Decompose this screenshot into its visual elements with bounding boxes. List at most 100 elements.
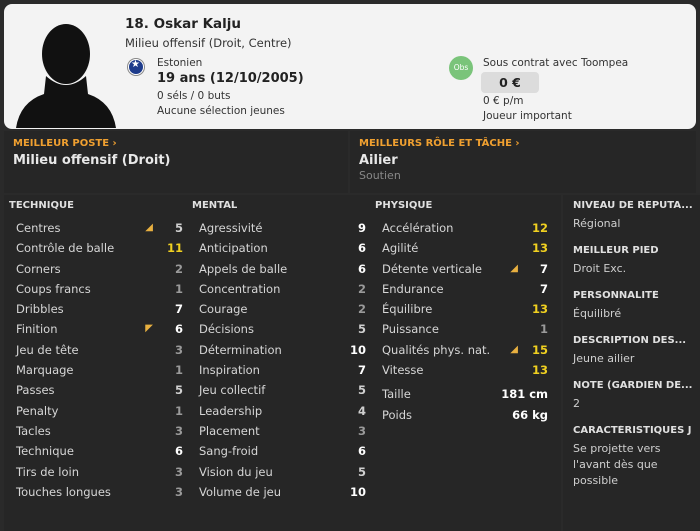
attribute-row-finition[interactable]: Finition ◤ 6 xyxy=(4,319,183,339)
attribute-label: Détermination xyxy=(199,342,282,357)
attribute-label: Touches longues xyxy=(16,484,111,499)
attribute-row-controle-de-balle[interactable]: Contrôle de balle 11 xyxy=(4,238,183,258)
attribute-row-passes[interactable]: Passes 5 xyxy=(4,380,183,400)
info-item-caracteristiques-j[interactable]: CARACTÉRISTIQUES J Se projette vers l'ava… xyxy=(573,425,695,489)
attribute-row-decisions[interactable]: Décisions 5 xyxy=(187,319,366,339)
attribute-value: 181 cm xyxy=(501,387,548,402)
attribute-value: 5 xyxy=(174,383,183,398)
attribute-row-poids[interactable]: Poids 66 kg xyxy=(370,405,548,425)
attribute-label: Penalty xyxy=(16,403,59,418)
attribute-row-equilibre[interactable]: Équilibre 13 xyxy=(370,299,548,319)
attribute-row-dribbles[interactable]: Dribbles 7 xyxy=(4,299,183,319)
player-header-card: 18. Oskar Kalju Milieu offensif (Droit, … xyxy=(4,4,696,129)
attribute-value: 1 xyxy=(539,322,548,337)
estonia-flag-icon xyxy=(128,59,144,75)
club-badge-icon[interactable]: Obs xyxy=(449,56,473,80)
attribute-row-taille[interactable]: Taille 181 cm xyxy=(370,384,548,404)
attribute-row-jeu-de-tete[interactable]: Jeu de tête 3 xyxy=(4,340,183,360)
attribute-row-concentration[interactable]: Concentration 2 xyxy=(187,279,366,299)
attribute-value: 12 xyxy=(531,221,548,235)
attribute-row-courage[interactable]: Courage 2 xyxy=(187,299,366,319)
info-item-note-gardien-de[interactable]: NOTE (GARDIEN DE... 2 xyxy=(573,380,695,412)
attribute-row-tacles[interactable]: Tacles 3 xyxy=(4,421,183,441)
attribute-value: 3 xyxy=(174,423,183,438)
attribute-value: 3 xyxy=(174,342,183,357)
attribute-label: Endurance xyxy=(382,281,444,296)
info-item-meilleur-pied[interactable]: MEILLEUR PIED Droit Exc. xyxy=(573,245,695,277)
attribute-row-technique[interactable]: Technique 6 xyxy=(4,441,183,461)
info-value: Équilibré xyxy=(573,307,622,320)
attribute-value: 5 xyxy=(357,383,366,398)
attribute-row-endurance[interactable]: Endurance 7 xyxy=(370,279,548,299)
attribute-label: Détente verticale xyxy=(382,261,482,276)
player-name: 18. Oskar Kalju xyxy=(125,16,242,32)
international-caps: 0 séls / 0 buts xyxy=(157,90,231,102)
attribute-row-corners[interactable]: Corners 2 xyxy=(4,259,183,279)
attribute-row-volume-de-jeu[interactable]: Volume de jeu 10 xyxy=(187,482,366,502)
attribute-row-anticipation[interactable]: Anticipation 6 xyxy=(187,238,366,258)
attribute-row-acceleration[interactable]: Accélération 12 xyxy=(370,218,548,238)
attribute-label: Centres xyxy=(16,221,61,235)
attribute-label: Inspiration xyxy=(199,363,260,378)
attribute-label: Vitesse xyxy=(382,363,424,378)
attribute-value: 7 xyxy=(357,363,366,378)
attribute-row-detente-verticale[interactable]: Détente verticale ◢ 7 xyxy=(370,259,548,279)
attribute-label: Coups francs xyxy=(16,281,91,296)
info-item-personnalite[interactable]: PERSONNALITÉ Équilibré xyxy=(573,290,695,322)
attribute-row-puissance[interactable]: Puissance 1 xyxy=(370,319,548,339)
info-value: Se projette vers l'avant dès que possibl… xyxy=(573,442,661,487)
trend-up-arrow-icon: ◢ xyxy=(510,262,518,274)
attribute-label: Tirs de loin xyxy=(16,464,79,479)
mental-title: MENTAL xyxy=(192,200,238,211)
attribute-value: 1 xyxy=(174,403,183,418)
attribute-value: 6 xyxy=(174,322,183,337)
info-item-description-des[interactable]: DESCRIPTION DES... Jeune ailier xyxy=(573,335,695,367)
attribute-value: 10 xyxy=(349,342,366,357)
attribute-row-jeu-collectif[interactable]: Jeu collectif 5 xyxy=(187,380,366,400)
best-role-value: Ailier xyxy=(359,153,398,168)
attribute-label: Décisions xyxy=(199,322,254,337)
attribute-row-touches-longues[interactable]: Touches longues 3 xyxy=(4,482,183,502)
attribute-label: Technique xyxy=(16,444,74,459)
attribute-label: Jeu collectif xyxy=(199,383,266,398)
info-title: DESCRIPTION DES... xyxy=(573,335,687,346)
physique-title: PHYSIQUE xyxy=(375,200,433,211)
attribute-row-centres[interactable]: Centres ◢ 5 xyxy=(4,218,183,238)
attribute-row-appels-de-balle[interactable]: Appels de balle 6 xyxy=(187,259,366,279)
attribute-label: Volume de jeu xyxy=(199,484,282,499)
info-title: NIVEAU DE RÉPUTA... xyxy=(573,200,693,211)
player-info-list: NIVEAU DE RÉPUTA... Régional MEILLEUR PIED… xyxy=(573,200,695,502)
attribute-row-agressivite[interactable]: Agressivité 9 xyxy=(187,218,366,238)
attribute-row-tirs-de-loin[interactable]: Tirs de loin 3 xyxy=(4,462,183,482)
attribute-row-vision-du-jeu[interactable]: Vision du jeu 5 xyxy=(187,462,366,482)
attribute-row-penalty[interactable]: Penalty 1 xyxy=(4,401,183,421)
attribute-row-determination[interactable]: Détermination 10 xyxy=(187,340,366,360)
info-title: PERSONNALITÉ xyxy=(573,290,659,301)
attribute-value: 2 xyxy=(174,261,183,276)
attribute-row-inspiration[interactable]: Inspiration 7 xyxy=(187,360,366,380)
best-role-link[interactable]: MEILLEURS RÔLE ET TÂCHE › xyxy=(359,138,520,149)
best-role-panel[interactable]: MEILLEURS RÔLE ET TÂCHE › Ailier Soutien xyxy=(350,131,696,193)
attribute-row-coups-francs[interactable]: Coups francs 1 xyxy=(4,279,183,299)
trend-up-arrow-icon: ◢ xyxy=(145,222,153,233)
best-position-panel[interactable]: MEILLEUR POSTE › Milieu offensif (Droit) xyxy=(4,131,348,193)
attribute-row-agilite[interactable]: Agilité 13 xyxy=(370,238,548,258)
attribute-label: Leadership xyxy=(199,403,263,418)
contract-status[interactable]: Sous contrat avec Toompea xyxy=(483,57,628,69)
attribute-label: Courage xyxy=(199,302,248,317)
attribute-value: 15 xyxy=(531,342,548,357)
attribute-row-leadership[interactable]: Leadership 4 xyxy=(187,401,366,421)
attribute-row-sang-froid[interactable]: Sang-froid 6 xyxy=(187,441,366,461)
best-duty-value: Soutien xyxy=(359,169,401,182)
trend-down-arrow-icon: ◤ xyxy=(145,323,153,335)
attribute-label: Marquage xyxy=(16,363,74,378)
attribute-row-placement[interactable]: Placement 3 xyxy=(187,421,366,441)
attribute-value: 6 xyxy=(357,261,366,276)
attribute-row-vitesse[interactable]: Vitesse 13 xyxy=(370,360,548,380)
attribute-label: Dribbles xyxy=(16,302,64,317)
info-item-niveau-de-reputa[interactable]: NIVEAU DE RÉPUTA... Régional xyxy=(573,200,695,232)
wage: 0 € p/m xyxy=(483,95,524,107)
attribute-row-marquage[interactable]: Marquage 1 xyxy=(4,360,183,380)
attribute-row-qualites-phys-nat[interactable]: Qualités phys. nat. ◢ 15 xyxy=(370,340,548,360)
best-position-link[interactable]: MEILLEUR POSTE › xyxy=(13,138,117,149)
